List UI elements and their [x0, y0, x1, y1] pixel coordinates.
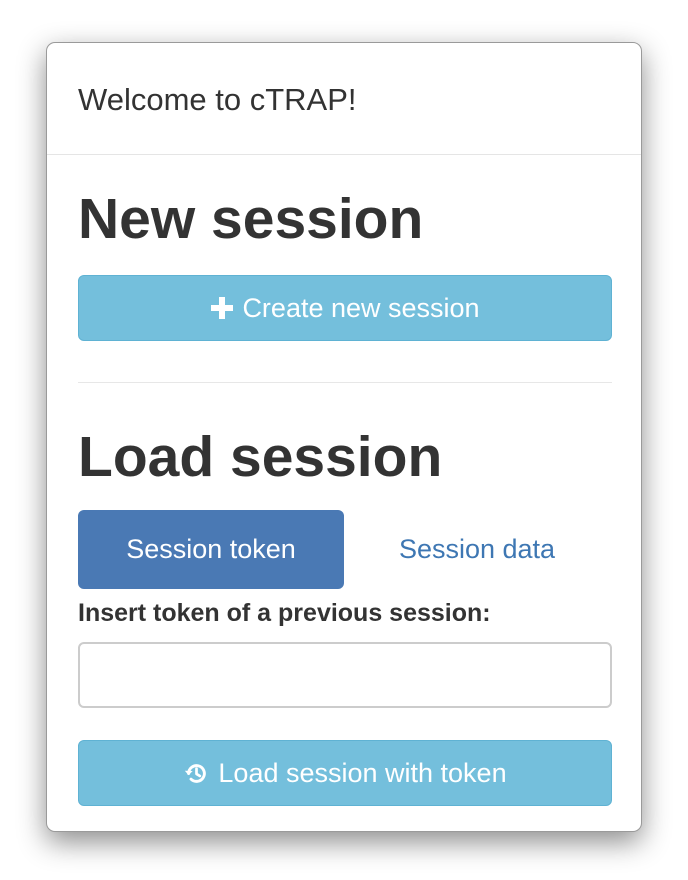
- create-new-session-label: Create new session: [242, 292, 480, 323]
- modal-header: Welcome to cTRAP!: [47, 43, 641, 155]
- load-session-with-token-button[interactable]: Load session with token: [78, 740, 612, 806]
- token-field-label: Insert token of a previous session:: [78, 599, 491, 627]
- tab-session-data[interactable]: Session data: [344, 510, 610, 589]
- load-session-tabs: Session token Session data: [78, 510, 610, 589]
- create-new-session-button[interactable]: Create new session: [78, 275, 612, 341]
- new-session-heading: New session: [78, 187, 424, 251]
- plus-icon: [210, 296, 234, 320]
- load-session-heading: Load session: [78, 425, 443, 489]
- welcome-modal: Welcome to cTRAP! New session Create new…: [46, 42, 642, 832]
- modal-body: New session Create new session Load sess…: [47, 155, 641, 806]
- load-session-with-token-label: Load session with token: [218, 757, 507, 788]
- modal-title: Welcome to cTRAP!: [78, 81, 357, 117]
- token-input[interactable]: [78, 642, 612, 708]
- tab-session-token[interactable]: Session token: [78, 510, 344, 589]
- history-icon: [183, 760, 210, 787]
